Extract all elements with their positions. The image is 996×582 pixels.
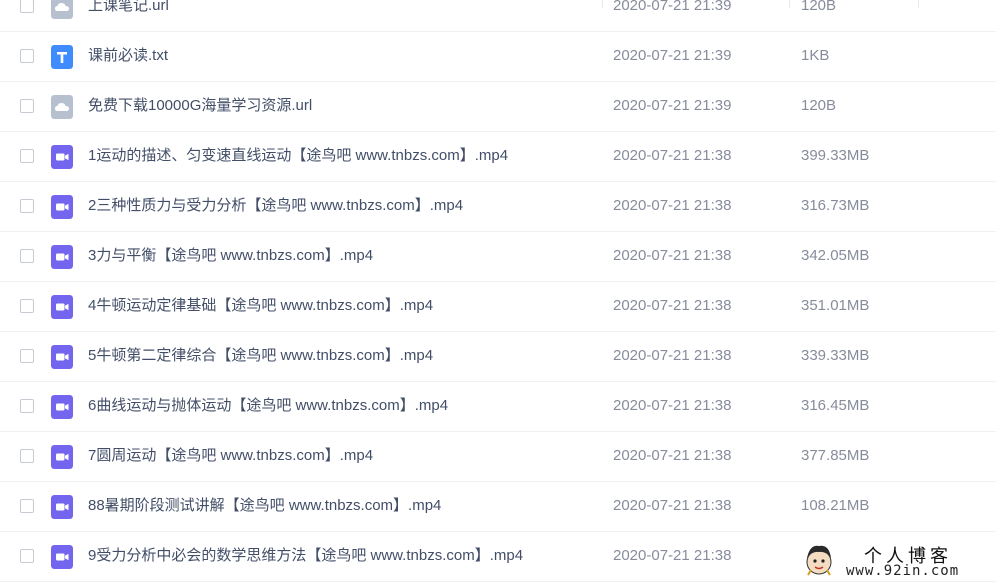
- file-row[interactable]: 6曲线运动与抛体运动【途鸟吧 www.tnbzs.com】.mp4 2020-07…: [0, 382, 996, 432]
- video-file-icon: [51, 495, 73, 519]
- file-name[interactable]: 1运动的描述、匀变速直线运动【途鸟吧 www.tnbzs.com】.mp4: [88, 146, 508, 166]
- file-modified-date: 2020-07-21 21:38: [613, 497, 732, 514]
- file-size: 316.73MB: [801, 197, 870, 214]
- file-size: 316.45MB: [801, 397, 870, 414]
- file-size: 377.85MB: [801, 447, 870, 464]
- watermark-url: www.92in.com: [846, 563, 960, 579]
- file-name[interactable]: 上课笔记.url: [88, 0, 169, 16]
- file-modified-date: 2020-07-21 21:38: [613, 247, 732, 264]
- file-name[interactable]: 2三种性质力与受力分析【途鸟吧 www.tnbzs.com】.mp4: [88, 196, 463, 216]
- video-file-icon: [51, 295, 73, 319]
- file-modified-date: 2020-07-21 21:38: [613, 547, 732, 564]
- file-row[interactable]: 2三种性质力与受力分析【途鸟吧 www.tnbzs.com】.mp4 2020-0…: [0, 182, 996, 232]
- row-checkbox[interactable]: [20, 449, 34, 463]
- cartoon-avatar-icon: [806, 545, 832, 576]
- file-size: 120B: [801, 97, 837, 114]
- watermark: 个人博客 www.92in.com: [800, 540, 996, 582]
- file-size: 399.33MB: [801, 147, 870, 164]
- row-checkbox[interactable]: [20, 199, 34, 213]
- file-row[interactable]: 5牛顿第二定律综合【途鸟吧 www.tnbzs.com】.mp4 2020-07-…: [0, 332, 996, 382]
- video-file-icon: [51, 545, 73, 569]
- file-modified-date: 2020-07-21 21:39: [613, 0, 732, 14]
- file-row[interactable]: 上课笔记.url 2020-07-21 21:39 120B: [0, 0, 996, 32]
- row-checkbox[interactable]: [20, 499, 34, 513]
- row-checkbox[interactable]: [20, 99, 34, 113]
- file-row[interactable]: 4牛顿运动定律基础【途鸟吧 www.tnbzs.com】.mp4 2020-07-…: [0, 282, 996, 332]
- file-size: 339.33MB: [801, 347, 870, 364]
- row-checkbox[interactable]: [20, 0, 34, 13]
- row-checkbox[interactable]: [20, 349, 34, 363]
- video-file-icon: [51, 345, 73, 369]
- file-row[interactable]: 免费下载10000G海量学习资源.url 2020-07-21 21:39 120B: [0, 82, 996, 132]
- file-modified-date: 2020-07-21 21:38: [613, 297, 732, 314]
- file-row[interactable]: 88暑期阶段测试讲解【途鸟吧 www.tnbzs.com】.mp4 2020-07…: [0, 482, 996, 532]
- file-size: 1KB: [801, 47, 830, 64]
- video-file-icon: [51, 245, 73, 269]
- file-size: 108.21MB: [801, 497, 870, 514]
- file-size: 351.01MB: [801, 297, 870, 314]
- file-name[interactable]: 4牛顿运动定律基础【途鸟吧 www.tnbzs.com】.mp4: [88, 296, 433, 316]
- file-modified-date: 2020-07-21 21:39: [613, 47, 732, 64]
- file-row[interactable]: 7圆周运动【途鸟吧 www.tnbzs.com】.mp4 2020-07-21 2…: [0, 432, 996, 482]
- file-name[interactable]: 6曲线运动与抛体运动【途鸟吧 www.tnbzs.com】.mp4: [88, 396, 448, 416]
- row-checkbox[interactable]: [20, 299, 34, 313]
- txt-file-icon: [51, 45, 73, 69]
- url-file-icon: [51, 0, 73, 19]
- row-checkbox[interactable]: [20, 549, 34, 563]
- file-list: 上课笔记.url 2020-07-21 21:39 120B 课前必读.txt 2020…: [0, 0, 996, 582]
- file-name[interactable]: 88暑期阶段测试讲解【途鸟吧 www.tnbzs.com】.mp4: [88, 496, 441, 516]
- row-checkbox[interactable]: [20, 149, 34, 163]
- file-row[interactable]: 课前必读.txt 2020-07-21 21:39 1KB: [0, 32, 996, 82]
- file-row[interactable]: 1运动的描述、匀变速直线运动【途鸟吧 www.tnbzs.com】.mp4 202…: [0, 132, 996, 182]
- row-checkbox[interactable]: [20, 399, 34, 413]
- file-name[interactable]: 5牛顿第二定律综合【途鸟吧 www.tnbzs.com】.mp4: [88, 346, 433, 366]
- file-row[interactable]: 3力与平衡【途鸟吧 www.tnbzs.com】.mp4 2020-07-21 2…: [0, 232, 996, 282]
- file-modified-date: 2020-07-21 21:38: [613, 197, 732, 214]
- file-name[interactable]: 免费下载10000G海量学习资源.url: [88, 96, 312, 116]
- file-name[interactable]: 课前必读.txt: [88, 46, 168, 66]
- video-file-icon: [51, 195, 73, 219]
- video-file-icon: [51, 395, 73, 419]
- file-modified-date: 2020-07-21 21:38: [613, 347, 732, 364]
- video-file-icon: [51, 445, 73, 469]
- file-size: 120B: [801, 0, 837, 14]
- file-modified-date: 2020-07-21 21:38: [613, 147, 732, 164]
- file-name[interactable]: 3力与平衡【途鸟吧 www.tnbzs.com】.mp4: [88, 246, 373, 266]
- row-checkbox[interactable]: [20, 249, 34, 263]
- file-name[interactable]: 9受力分析中必会的数学思维方法【途鸟吧 www.tnbzs.com】.mp4: [88, 546, 523, 566]
- video-file-icon: [51, 145, 73, 169]
- file-size: 342.05MB: [801, 247, 870, 264]
- file-modified-date: 2020-07-21 21:38: [613, 447, 732, 464]
- file-modified-date: 2020-07-21 21:38: [613, 397, 732, 414]
- file-modified-date: 2020-07-21 21:39: [613, 97, 732, 114]
- file-name[interactable]: 7圆周运动【途鸟吧 www.tnbzs.com】.mp4: [88, 446, 373, 466]
- row-checkbox[interactable]: [20, 49, 34, 63]
- url-file-icon: [51, 95, 73, 119]
